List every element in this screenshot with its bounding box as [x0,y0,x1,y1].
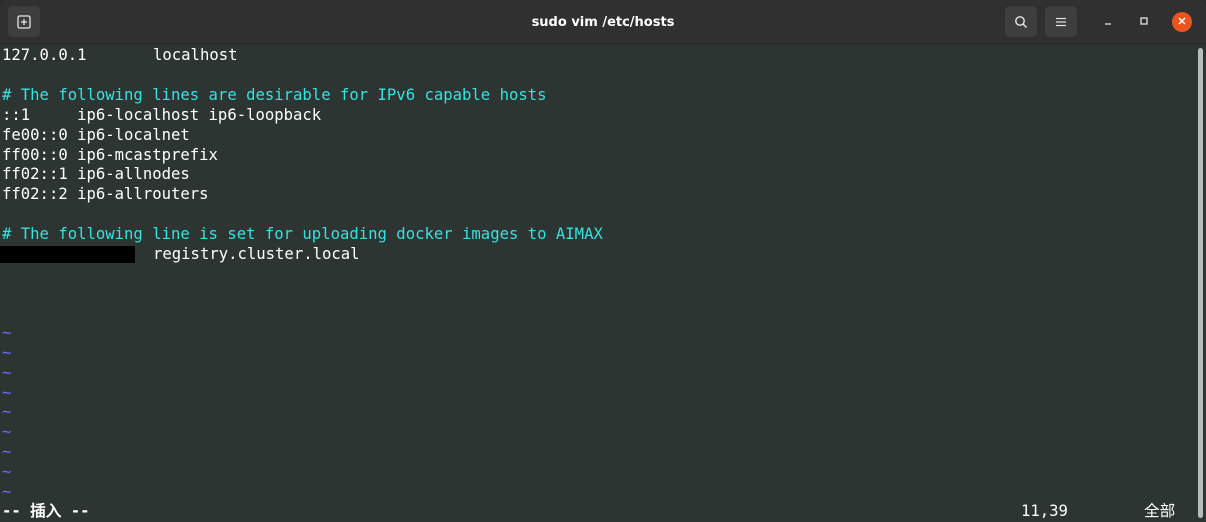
menu-button[interactable] [1045,6,1077,37]
cursor-position: 11,39 [1021,502,1068,520]
editor-line: ff02::1 ip6-allnodes [2,165,190,183]
minimize-icon [1103,13,1113,31]
hamburger-menu-icon [1055,17,1067,27]
ip-address: 127.0.0.1 [2,46,87,64]
editor-line: ff00::0 ip6-mcastprefix [2,146,218,164]
empty-line-tilde: ~ [2,324,12,342]
empty-line-tilde: ~ [2,403,12,421]
maximize-button[interactable] [1134,12,1154,32]
empty-line-tilde: ~ [2,463,12,481]
empty-line-tilde: ~ [2,384,12,402]
editor-line: ff02::2 ip6-allrouters [2,185,209,203]
empty-line-tilde: ~ [2,344,12,362]
hostname: localhost [153,46,238,64]
close-button[interactable] [1172,12,1192,32]
maximize-icon [1139,13,1149,31]
search-button[interactable] [1005,6,1037,37]
search-icon [1014,15,1028,29]
editor-line: ::1 ip6-localhost ip6-loopback [2,106,322,124]
empty-line-tilde: ~ [2,443,12,461]
scrollbar[interactable] [1196,45,1206,522]
hostname: registry.cluster.local [153,245,360,263]
empty-line-tilde: ~ [2,483,12,501]
scroll-position: 全部 [1144,502,1176,520]
comment-line: # The following lines are desirable for … [2,86,547,104]
new-tab-button[interactable] [8,6,40,37]
redacted-block [0,246,135,263]
empty-line-tilde: ~ [2,364,12,382]
editor-line: 127.0.0.1 localhost [2,45,238,65]
scrollbar-thumb[interactable] [1198,48,1203,518]
editor-line: fe00::0 ip6-localnet [2,126,190,144]
new-tab-icon [17,14,31,29]
close-icon [1177,13,1187,31]
minimize-button[interactable] [1098,12,1118,32]
title-bar: sudo vim /etc/hosts [0,0,1206,44]
empty-line-tilde: ~ [2,423,12,441]
comment-line: # The following line is set for uploadin… [2,225,603,243]
vim-mode-indicator: -- 插入 -- [2,502,90,520]
terminal-window: sudo vim /etc/hosts 127.0.0.1 localhost … [0,0,1206,522]
vim-editor[interactable]: 127.0.0.1 localhost # The following lines… [0,45,1196,522]
